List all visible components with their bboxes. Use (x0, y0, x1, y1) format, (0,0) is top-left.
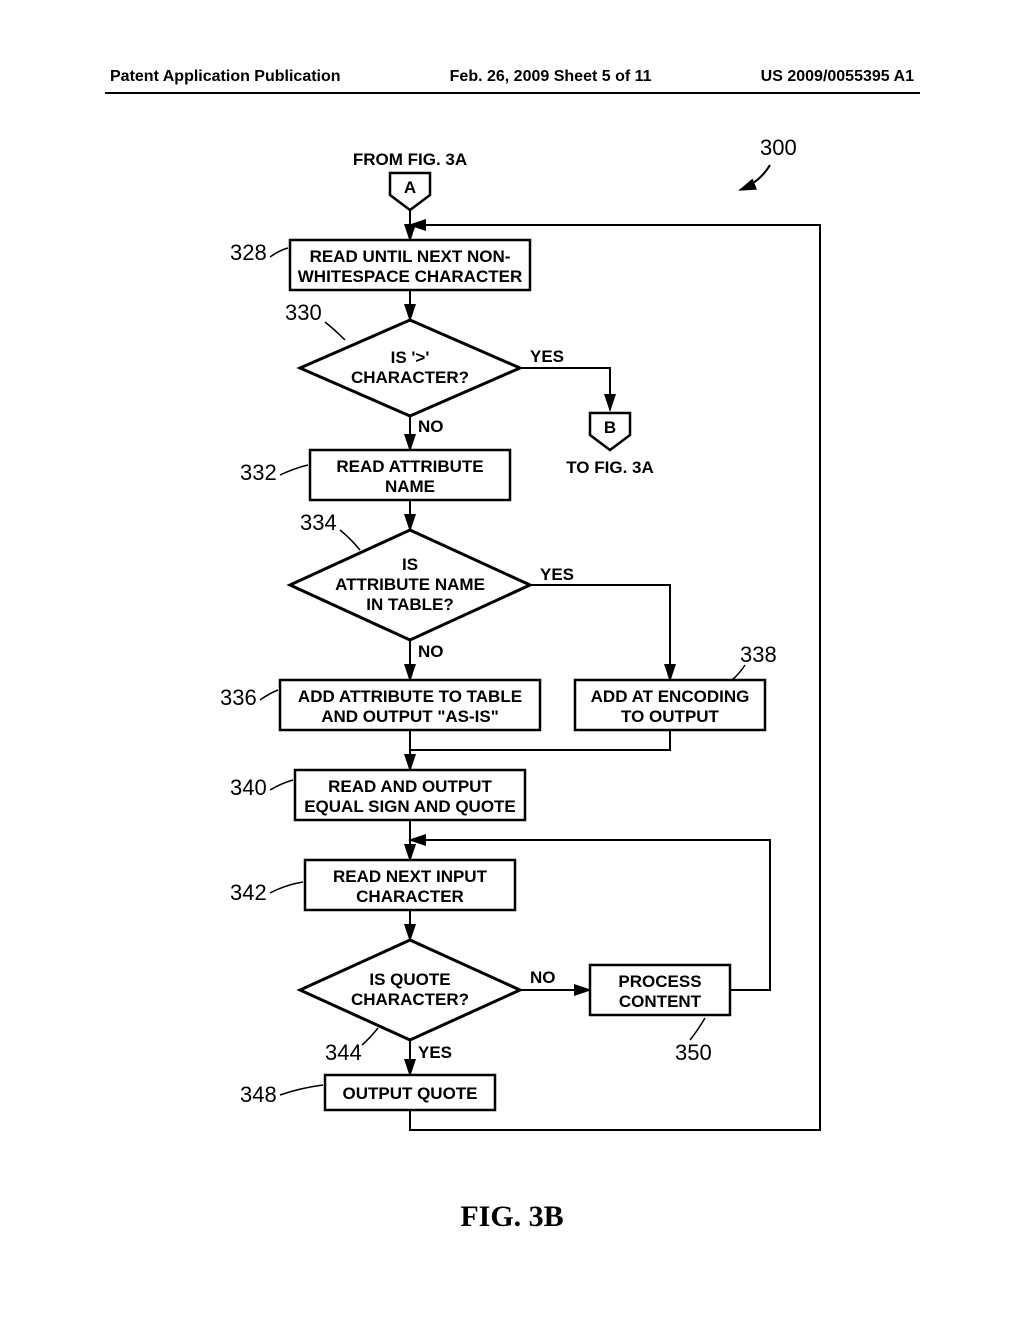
ref-344: 344 (325, 1040, 362, 1065)
d330-no: NO (418, 417, 444, 436)
ref-348: 348 (240, 1082, 277, 1107)
header-left: Patent Application Publication (110, 68, 341, 86)
ref-336: 336 (220, 685, 257, 710)
d334-t1: IS (402, 555, 418, 574)
connector-b-label: B (604, 418, 616, 437)
page: Patent Application Publication Feb. 26, … (0, 0, 1024, 1320)
d344-no: NO (530, 968, 556, 987)
to-label: TO FIG. 3A (566, 458, 654, 477)
header-right: US 2009/0055395 A1 (761, 68, 914, 86)
box-348-t: OUTPUT QUOTE (342, 1084, 477, 1103)
ref-340: 340 (230, 775, 267, 800)
ref-338: 338 (740, 642, 777, 667)
box-338-t2: TO OUTPUT (621, 707, 720, 726)
connector-a-label: A (404, 178, 416, 197)
ref-342: 342 (230, 880, 267, 905)
box-342-t1: READ NEXT INPUT (333, 867, 488, 886)
box-332-t2: NAME (385, 477, 435, 496)
flowchart-diagram: 300 FROM FIG. 3A A READ UNTIL NEXT NON- … (100, 110, 930, 1200)
ref-328: 328 (230, 240, 267, 265)
ref-300: 300 (760, 135, 797, 160)
box-336-t1: ADD ATTRIBUTE TO TABLE (298, 687, 522, 706)
figure-title: FIG. 3B (0, 1200, 1024, 1234)
box-350-t1: PROCESS (618, 972, 701, 991)
box-340-t2: EQUAL SIGN AND QUOTE (304, 797, 516, 816)
box-336-t2: AND OUTPUT "AS-IS" (321, 707, 499, 726)
from-label: FROM FIG. 3A (353, 150, 467, 169)
ref-330: 330 (285, 300, 322, 325)
box-350-t2: CONTENT (619, 992, 702, 1011)
box-342-t2: CHARACTER (356, 887, 464, 906)
page-header: Patent Application Publication Feb. 26, … (0, 68, 1024, 86)
box-332-t1: READ ATTRIBUTE (336, 457, 483, 476)
box-340-t1: READ AND OUTPUT (328, 777, 492, 796)
d344-yes: YES (418, 1043, 452, 1062)
header-center: Feb. 26, 2009 Sheet 5 of 11 (450, 68, 652, 86)
box-338-t1: ADD AT ENCODING (591, 687, 750, 706)
d330-yes: YES (530, 347, 564, 366)
d330-t2: CHARACTER? (351, 368, 469, 387)
ref-350: 350 (675, 1040, 712, 1065)
d334-t3: IN TABLE? (366, 595, 454, 614)
d330-t1: IS '>' (391, 348, 430, 367)
d344-t1: IS QUOTE (369, 970, 450, 989)
d344-t2: CHARACTER? (351, 990, 469, 1009)
box-328-t1: READ UNTIL NEXT NON- (310, 247, 511, 266)
header-rule (105, 92, 920, 94)
d334-t2: ATTRIBUTE NAME (335, 575, 485, 594)
box-328-t2: WHITESPACE CHARACTER (298, 267, 522, 286)
d334-yes: YES (540, 565, 574, 584)
ref-332: 332 (240, 460, 277, 485)
ref-334: 334 (300, 510, 337, 535)
d334-no: NO (418, 642, 444, 661)
